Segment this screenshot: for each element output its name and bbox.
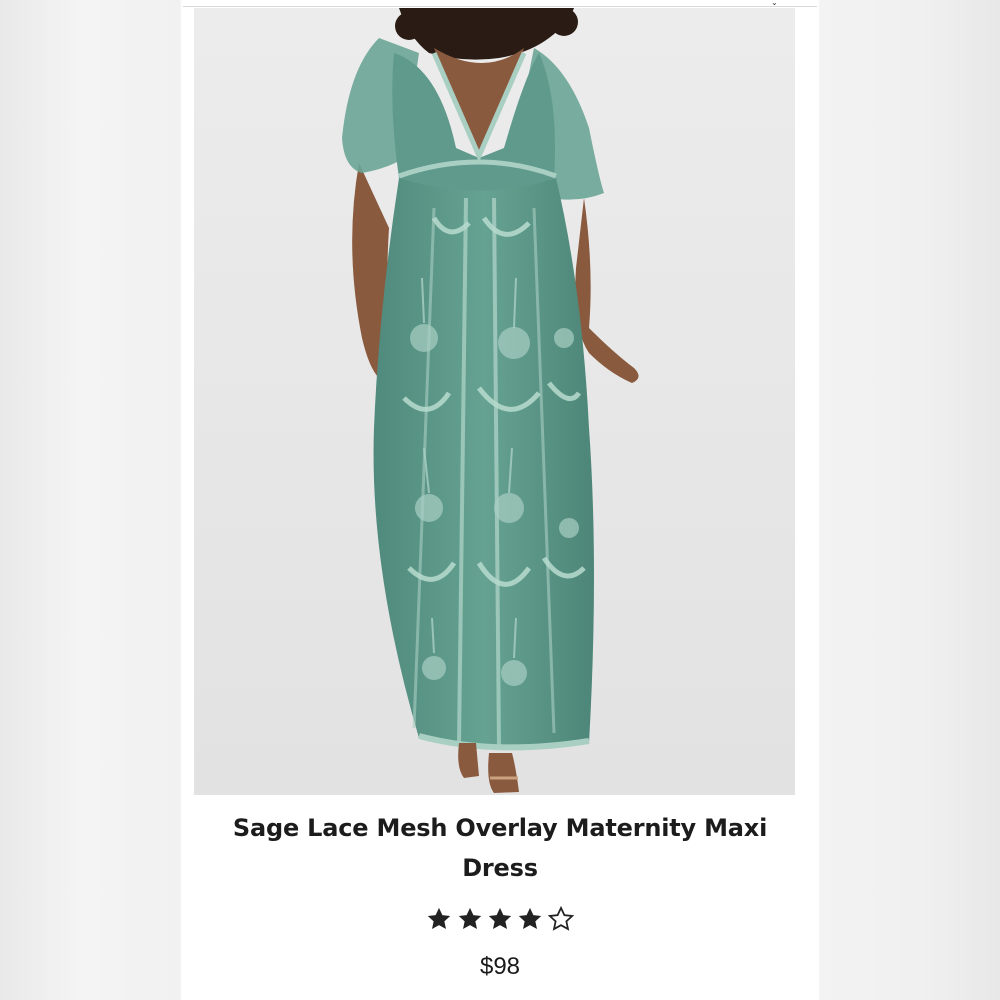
product-title[interactable]: Sage Lace Mesh Overlay Maternity Maxi Dr…: [203, 808, 797, 888]
corner-mark-icon: ⌄: [771, 0, 778, 7]
product-title-line-1[interactable]: Sage Lace Mesh Overlay Maternity Maxi: [203, 808, 797, 848]
screenshot-frame: ⌄ Sage Lace Mesh Overlay Maternity Maxi …: [0, 0, 1000, 1000]
star-rating: [183, 905, 817, 945]
star-filled-icon: [458, 907, 481, 930]
dress-illustration: [194, 8, 795, 795]
star-filled-icon: [519, 907, 542, 930]
top-divider: [183, 6, 817, 7]
product-title-line-2[interactable]: Dress: [203, 848, 797, 888]
product-price: $98: [479, 953, 521, 980]
star-filled-icon: [427, 907, 451, 930]
star-outline-icon: [547, 905, 575, 931]
product-card[interactable]: ⌄ Sage Lace Mesh Overlay Maternity Maxi …: [183, 0, 817, 1000]
star-filled-icon: [488, 907, 512, 930]
product-image[interactable]: [194, 8, 795, 795]
